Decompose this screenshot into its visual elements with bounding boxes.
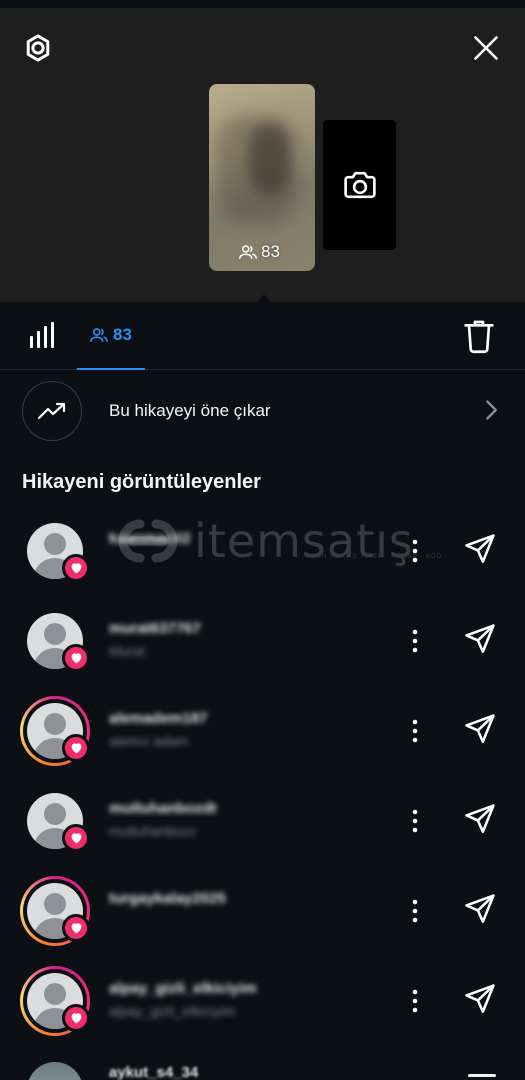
viewer-full-name: Murat bbox=[109, 643, 145, 659]
row-more-button[interactable] bbox=[404, 534, 426, 568]
story-viewer-count: 83 bbox=[239, 242, 280, 262]
viewer-username: mutluhanbozdt bbox=[109, 800, 217, 817]
viewer-username: turgaykalay2025 bbox=[109, 890, 226, 907]
heart-icon bbox=[62, 554, 90, 582]
send-icon bbox=[465, 624, 495, 654]
tab-viewers[interactable]: 83 bbox=[77, 302, 145, 370]
row-send-button[interactable] bbox=[463, 892, 499, 928]
more-vertical-icon bbox=[412, 809, 418, 833]
story-viewer-count-text: 83 bbox=[261, 242, 280, 261]
row-more-button[interactable] bbox=[404, 894, 426, 928]
people-icon bbox=[90, 328, 109, 342]
row-send-button[interactable] bbox=[463, 532, 499, 568]
viewer-username: alpay_gizli_elkiciyim bbox=[109, 980, 257, 997]
viewer-full-name: alemci adam bbox=[109, 733, 189, 749]
avatar[interactable] bbox=[20, 786, 90, 856]
avatar[interactable] bbox=[20, 966, 90, 1036]
row-more-button[interactable] bbox=[404, 804, 426, 838]
viewer-full-name: mutluhanbozz bbox=[109, 823, 197, 839]
viewer-row[interactable]: turgaykalay2025 bbox=[0, 876, 525, 966]
promote-label: Bu hikayeyi öne çıkar bbox=[109, 401, 271, 420]
avatar[interactable] bbox=[20, 876, 90, 946]
send-icon bbox=[465, 894, 495, 924]
trending-up-icon bbox=[37, 402, 66, 420]
row-send-button[interactable] bbox=[463, 982, 499, 1018]
more-vertical-icon bbox=[412, 629, 418, 653]
bar-chart-icon bbox=[30, 322, 54, 348]
viewer-row[interactable]: alemadem187 alemci adam bbox=[0, 696, 525, 786]
viewers-section-title: Hikayeni görüntüleyenler bbox=[22, 471, 261, 493]
story-thumbnail[interactable]: 83 bbox=[209, 84, 315, 271]
send-icon bbox=[465, 534, 495, 564]
close-button[interactable] bbox=[466, 28, 506, 68]
viewer-row[interactable]: murat637767 Murat bbox=[0, 606, 525, 696]
more-vertical-icon bbox=[412, 899, 418, 923]
row-send-button[interactable] bbox=[463, 712, 499, 748]
delete-story-button[interactable] bbox=[463, 318, 499, 356]
row-send-button[interactable] bbox=[463, 802, 499, 838]
close-icon bbox=[474, 36, 498, 60]
viewer-row[interactable]: alpay_gizli_elkiciyim alpay_gizli_elkici… bbox=[0, 966, 525, 1056]
more-vertical-icon bbox=[412, 719, 418, 743]
viewer-username: alemadem187 bbox=[109, 710, 208, 727]
story-preview-panel: 83 bbox=[0, 8, 525, 308]
avatar[interactable] bbox=[20, 696, 90, 766]
avatar[interactable] bbox=[27, 1062, 83, 1080]
camera-icon bbox=[343, 171, 376, 199]
people-icon bbox=[239, 245, 257, 259]
trash-icon bbox=[464, 320, 494, 354]
viewer-full-name: alpay_gizli_elkiciyim bbox=[109, 1003, 236, 1019]
row-send-button[interactable] bbox=[463, 622, 499, 658]
heart-icon bbox=[62, 914, 90, 942]
tab-insights[interactable] bbox=[28, 322, 60, 350]
avatar[interactable] bbox=[20, 516, 90, 586]
heart-icon bbox=[62, 734, 90, 762]
heart-icon bbox=[62, 824, 90, 852]
row-more-button[interactable] bbox=[404, 714, 426, 748]
row-more-button[interactable] bbox=[404, 624, 426, 658]
gear-icon bbox=[26, 34, 50, 62]
send-icon bbox=[465, 984, 495, 1014]
settings-button[interactable] bbox=[18, 28, 58, 68]
status-bar bbox=[0, 0, 525, 8]
viewer-row-partial[interactable]: aykut_s4_34 bbox=[0, 1058, 525, 1080]
tab-viewers-count: 83 bbox=[113, 325, 132, 344]
more-vertical-icon bbox=[412, 989, 418, 1013]
row-more-button[interactable] bbox=[404, 984, 426, 1018]
promote-icon-circle bbox=[22, 381, 82, 441]
viewer-row[interactable]: mutluhanbozdt mutluhanbozz bbox=[0, 786, 525, 876]
add-story-camera-button[interactable] bbox=[323, 120, 396, 250]
more-vertical-icon bbox=[412, 539, 418, 563]
tab-bar: 83 bbox=[0, 302, 525, 370]
avatar[interactable] bbox=[20, 606, 90, 676]
send-icon bbox=[465, 714, 495, 744]
heart-icon bbox=[62, 1004, 90, 1032]
send-icon bbox=[465, 804, 495, 834]
viewer-username: kaanmacit2 bbox=[109, 530, 191, 547]
chevron-right-icon bbox=[482, 398, 500, 422]
row-send-button[interactable] bbox=[468, 1074, 496, 1077]
viewer-username: murat637767 bbox=[109, 620, 201, 637]
promote-story-row[interactable]: Bu hikayeyi öne çıkar bbox=[0, 370, 525, 452]
heart-icon bbox=[62, 644, 90, 672]
viewer-username: aykut_s4_34 bbox=[109, 1064, 199, 1080]
viewer-row[interactable]: kaanmacit2 bbox=[0, 516, 525, 606]
